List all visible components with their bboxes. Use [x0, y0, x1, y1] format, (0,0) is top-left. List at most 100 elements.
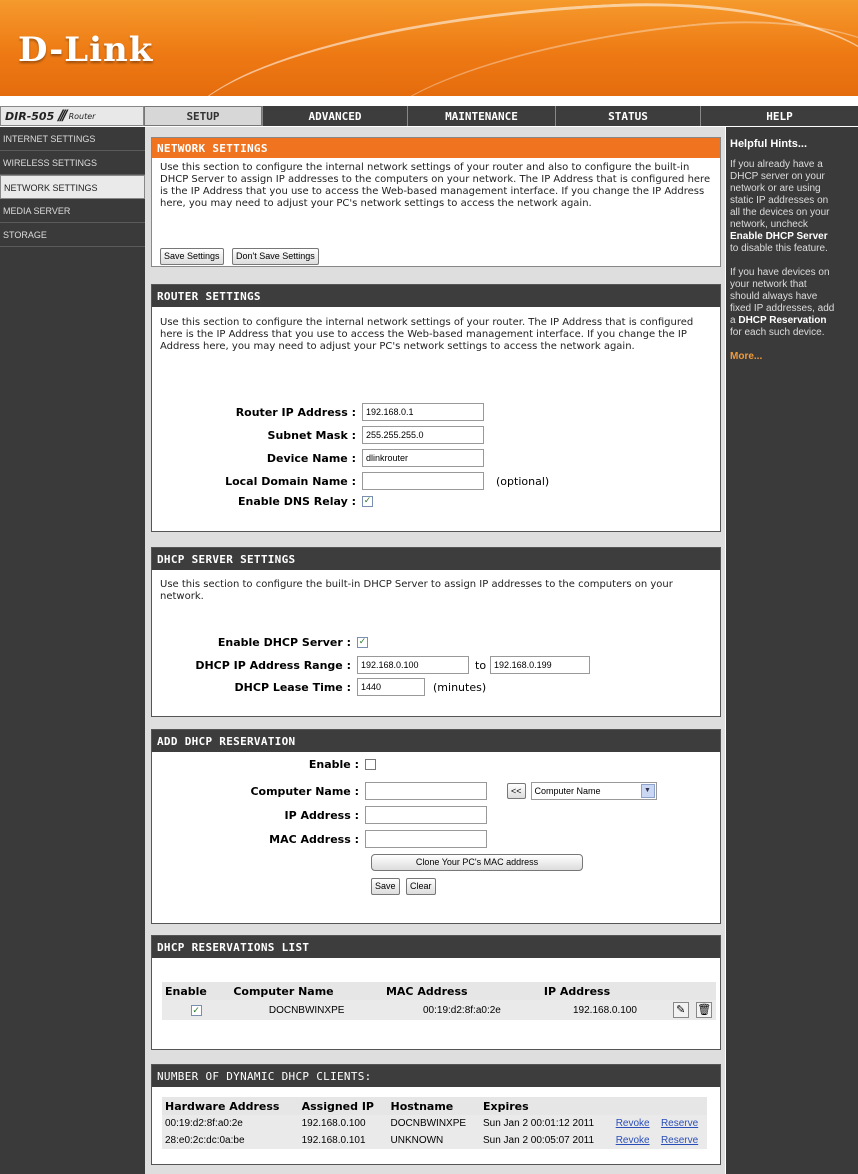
lease-time-row: DHCP Lease Time : 1440 (minutes) — [152, 678, 486, 696]
section-title: ADD DHCP RESERVATION — [152, 730, 720, 752]
sidebar-item-wireless-settings[interactable]: WIRELESS SETTINGS — [0, 151, 145, 175]
reserve-link[interactable]: Reserve — [657, 1115, 707, 1132]
dhcp-range-label: DHCP IP Address Range : — [195, 658, 351, 672]
optional-hint: (optional) — [496, 474, 550, 488]
hint-line: your network that — [730, 279, 807, 290]
clone-mac-button[interactable]: Clone Your PC's MAC address — [371, 854, 583, 871]
edit-icon[interactable]: ✎ — [672, 1002, 689, 1018]
local-domain-input[interactable] — [362, 472, 484, 490]
computer-name-input[interactable] — [365, 782, 487, 800]
revoke-link[interactable]: Revoke — [612, 1115, 658, 1132]
tab-status[interactable]: STATUS — [555, 106, 700, 126]
client-ip: 192.168.0.100 — [298, 1115, 388, 1132]
tab-setup[interactable]: SETUP — [144, 106, 262, 126]
enable-dhcp-checkbox[interactable]: ✓ — [357, 637, 368, 648]
help-panel: Helpful Hints... If you already have a D… — [726, 127, 858, 1174]
hint-line: If you have devices on — [730, 267, 830, 278]
col-header: Hostname — [387, 1097, 480, 1115]
hint-line: DHCP server on your — [730, 171, 825, 182]
dhcp-server-panel: DHCP SERVER SETTINGS Use this section to… — [151, 547, 721, 717]
sidebar-item-storage[interactable]: STORAGE — [0, 223, 145, 247]
res-ip-input[interactable] — [365, 806, 487, 824]
device-name-input[interactable]: dlinkrouter — [362, 449, 484, 467]
reserve-link[interactable]: Reserve — [657, 1132, 707, 1149]
hint-line: a — [730, 315, 736, 326]
table-row: 28:e0:2c:dc:0a:be 192.168.0.101 UNKNOWN … — [162, 1132, 707, 1149]
top-nav: DIR-505 /// Router SETUP ADVANCED MAINTE… — [0, 106, 858, 126]
section-title: DHCP RESERVATIONS LIST — [152, 936, 720, 958]
more-link[interactable]: More... — [730, 351, 858, 363]
res-mac-input[interactable] — [365, 830, 487, 848]
dns-relay-label: Enable DNS Relay : — [238, 495, 356, 508]
dlink-logo: D-Link — [18, 30, 154, 70]
main-content: NETWORK SETTINGS Use this section to con… — [145, 127, 725, 1174]
dns-relay-row: Enable DNS Relay : ✓ — [152, 495, 373, 508]
hint-line: network, uncheck — [730, 219, 808, 230]
hint-line: If you already have a — [730, 159, 823, 170]
add-reservation-panel: ADD DHCP RESERVATION Enable : Computer N… — [151, 729, 721, 924]
tab-maintenance[interactable]: MAINTENANCE — [407, 106, 555, 126]
section-title: NUMBER OF DYNAMIC DHCP CLIENTS: — [152, 1065, 720, 1087]
header-banner: D-Link — [0, 0, 858, 96]
res-clear-button[interactable]: Clear — [406, 878, 436, 895]
revoke-link[interactable]: Revoke — [612, 1132, 658, 1149]
dhcp-clients-panel: NUMBER OF DYNAMIC DHCP CLIENTS: Hardware… — [151, 1064, 721, 1165]
router-settings-panel: ROUTER SETTINGS Use this section to conf… — [151, 284, 721, 532]
col-header: MAC Address — [382, 982, 541, 1000]
col-header — [692, 982, 716, 1000]
computer-name-row: Computer Name : << Computer Name ▼ — [152, 782, 657, 800]
sidebar-item-media-server[interactable]: MEDIA SERVER — [0, 199, 145, 223]
dns-relay-checkbox[interactable]: ✓ — [362, 496, 373, 507]
device-name-row: Device Name : dlinkrouter — [152, 449, 484, 467]
reservation-ip: 192.168.0.100 — [540, 1000, 669, 1020]
local-domain-row: Local Domain Name : (optional) — [152, 472, 549, 490]
save-settings-button[interactable]: Save Settings — [160, 248, 224, 265]
sidebar-item-network-settings[interactable]: NETWORK SETTINGS — [0, 175, 145, 199]
model-badge: DIR-505 /// Router — [0, 106, 144, 126]
computer-name-select[interactable]: Computer Name ▼ — [530, 782, 657, 800]
hint-line: fixed IP addresses, add — [730, 303, 835, 314]
col-header: Expires — [479, 1097, 613, 1115]
network-settings-panel: NETWORK SETTINGS Use this section to con… — [151, 137, 721, 267]
section-description: Use this section to configure the built-… — [160, 579, 673, 602]
router-ip-label: Router IP Address : — [235, 405, 356, 419]
hint-line: all the devices on your — [730, 207, 830, 218]
client-mac: 28:e0:2c:dc:0a:be — [162, 1132, 299, 1149]
client-expires: Sun Jan 2 00:05:07 2011 — [479, 1132, 613, 1149]
hint-line: for each such device. — [730, 327, 825, 338]
section-description: Use this section to configure the intern… — [160, 317, 694, 352]
res-enable-row: Enable : — [152, 758, 376, 771]
copy-name-button[interactable]: << — [507, 783, 526, 799]
table-header-row: Enable Computer Name MAC Address IP Addr… — [162, 982, 716, 1000]
dont-save-settings-button[interactable]: Don't Save Settings — [232, 248, 319, 265]
res-mac-label: MAC Address : — [269, 832, 359, 846]
range-start-input[interactable]: 192.168.0.100 — [357, 656, 469, 674]
subnet-mask-input[interactable]: 255.255.255.0 — [362, 426, 484, 444]
hint-line: static IP addresses on — [730, 195, 829, 206]
model-name: DIR-505 — [5, 109, 55, 123]
table-row: ✓ DOCNBWINXPE 00:19:d2:8f:a0:2e 192.168.… — [162, 1000, 716, 1020]
col-header — [612, 1097, 658, 1115]
tab-advanced[interactable]: ADVANCED — [262, 106, 407, 126]
router-ip-input[interactable]: 192.168.0.1 — [362, 403, 484, 421]
sidebar-item-internet-settings[interactable]: INTERNET SETTINGS — [0, 127, 145, 151]
hint-line: should always have — [730, 291, 818, 302]
client-mac: 00:19:d2:8f:a0:2e — [162, 1115, 299, 1132]
lease-time-input[interactable]: 1440 — [357, 678, 425, 696]
enable-dhcp-row: Enable DHCP Server : ✓ — [152, 636, 368, 649]
hint-bold: Enable DHCP Server — [730, 231, 828, 242]
hint-line: network or are using — [730, 183, 821, 194]
chevron-down-icon: ▼ — [640, 784, 655, 798]
reservation-mac: 00:19:d2:8f:a0:2e — [382, 1000, 541, 1020]
res-mac-row: MAC Address : — [152, 830, 487, 848]
res-ip-label: IP Address : — [284, 808, 359, 822]
slashes-icon: /// — [58, 108, 68, 124]
tab-help[interactable]: HELP — [700, 106, 858, 126]
trash-icon[interactable]: 🗑 — [696, 1002, 713, 1018]
res-save-button[interactable]: Save — [371, 878, 400, 895]
help-title: Helpful Hints... — [730, 138, 807, 150]
range-end-input[interactable]: 192.168.0.199 — [490, 656, 591, 674]
reservation-enable-checkbox[interactable]: ✓ — [190, 1004, 202, 1016]
res-enable-checkbox[interactable] — [365, 759, 376, 770]
subnet-mask-label: Subnet Mask : — [267, 428, 356, 442]
